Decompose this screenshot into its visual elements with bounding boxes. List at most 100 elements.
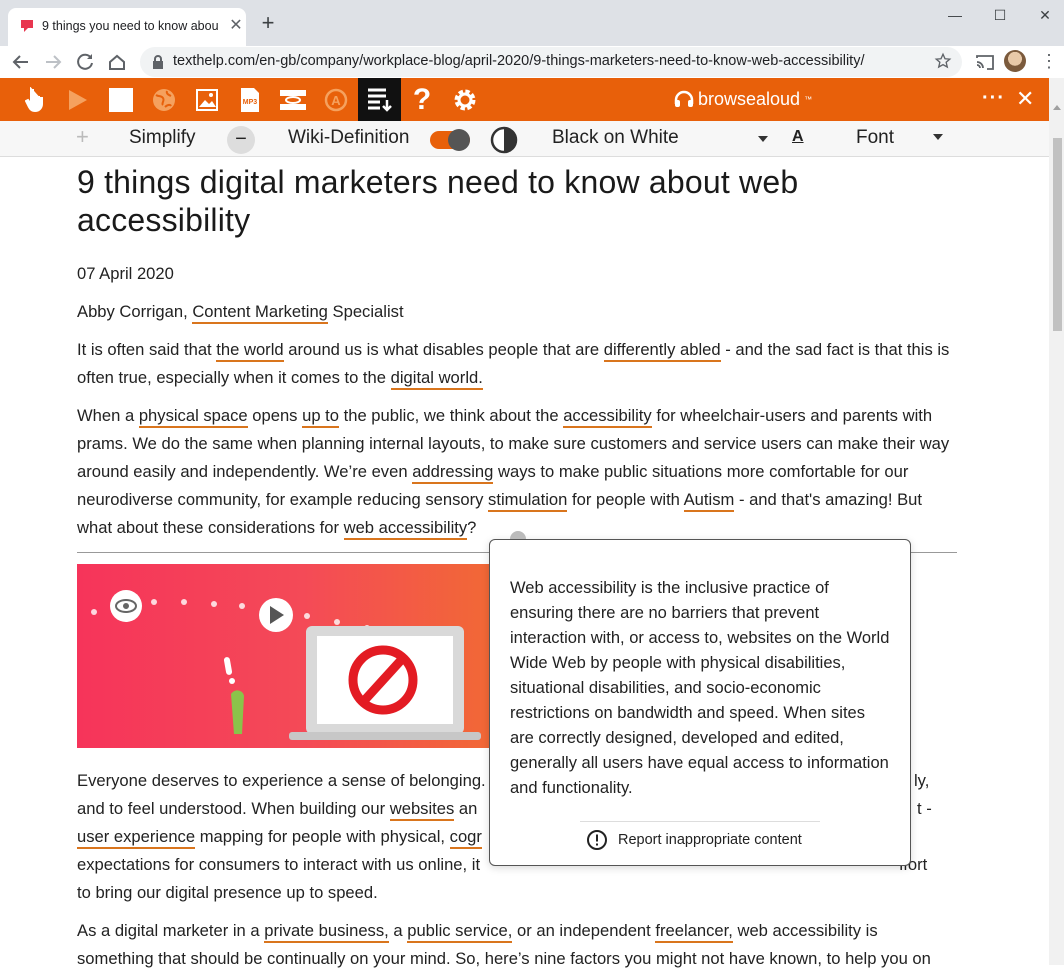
text: Everyone deserves to experience a sense …	[77, 771, 486, 790]
hero-illustration	[77, 564, 489, 748]
headphones-icon	[674, 90, 694, 107]
new-tab-button[interactable]: +	[256, 12, 280, 36]
close-window-button[interactable]: ✕	[1030, 4, 1060, 26]
web-highlighter-icon[interactable]: A	[319, 84, 353, 115]
maximize-button[interactable]: ☐	[985, 4, 1015, 26]
wiki-link-active[interactable]: web accessibility	[343, 518, 468, 540]
wiki-link[interactable]: stimulation	[488, 490, 568, 512]
wiki-link[interactable]: the world	[216, 340, 284, 362]
wiki-link[interactable]: private business,	[264, 921, 389, 943]
browsealoud-toolbar: MP3 A ? browsealoud ™ ··· ✕	[0, 78, 1049, 121]
logo-trademark: ™	[804, 94, 813, 104]
report-content-button[interactable]: Report inappropriate content	[586, 829, 802, 851]
stop-icon[interactable]	[104, 84, 138, 115]
close-toolbar-button[interactable]: ✕	[1016, 86, 1034, 112]
browser-tab[interactable]: 9 things you need to know about web acce…	[8, 8, 246, 46]
toggle-knob	[448, 129, 470, 151]
text: When a	[77, 406, 139, 425]
text-line: to bring our digital presence up to spee…	[77, 883, 378, 902]
text: As a digital marketer in a	[77, 921, 265, 940]
address-bar[interactable]: texthelp.com/en-gb/company/workplace-blo…	[140, 47, 962, 77]
text: web accessibility is	[732, 921, 878, 940]
wiki-link[interactable]: public service,	[407, 921, 513, 943]
bookmark-star-icon[interactable]	[934, 52, 952, 70]
text: the public, we think about the	[339, 406, 564, 425]
wiki-link[interactable]: accessibility	[563, 406, 652, 428]
text: mapping for people with physical,	[195, 827, 450, 846]
increase-button[interactable]: +	[76, 124, 89, 150]
article-title: 9 things digital marketers need to know …	[77, 164, 799, 238]
browsealoud-logo: browsealoud ™	[674, 88, 812, 110]
browser-toolbar: texthelp.com/en-gb/company/workplace-blo…	[0, 46, 1064, 78]
text: and to feel understood. When building ou…	[77, 799, 390, 818]
popup-pointer	[510, 531, 526, 539]
text: or an independent	[512, 921, 656, 940]
text: a	[388, 921, 408, 940]
wiki-link[interactable]: cogr	[449, 827, 482, 849]
chevron-down-icon[interactable]	[757, 135, 769, 143]
text: expectations for consumers to interact w…	[77, 855, 481, 874]
text: ly,	[914, 771, 930, 790]
picture-dictionary-icon[interactable]	[190, 84, 224, 115]
wiki-link[interactable]: digital world.	[390, 368, 483, 390]
url-text: texthelp.com/en-gb/company/workplace-blo…	[173, 53, 865, 69]
wiki-link[interactable]: user experience	[77, 827, 196, 849]
simplify-page-button[interactable]	[358, 78, 401, 121]
popup-divider	[580, 821, 820, 822]
play-icon[interactable]	[61, 84, 95, 115]
report-label: Report inappropriate content	[618, 832, 802, 848]
text-line: something that should be continually on …	[77, 949, 931, 968]
wiki-link[interactable]: websites	[389, 799, 455, 821]
simplify-label: Simplify	[129, 127, 196, 148]
text: It is often said that	[77, 340, 217, 359]
forward-icon[interactable]	[40, 49, 66, 75]
profile-avatar[interactable]	[1004, 50, 1026, 72]
tab-title: 9 things you need to know about web acce…	[42, 19, 218, 33]
simplify-page-icon	[368, 88, 392, 112]
minimize-button[interactable]: —	[940, 4, 970, 26]
browser-menu-icon[interactable]: ⋮	[1040, 50, 1058, 72]
color-scheme-select[interactable]: Black on White	[552, 127, 679, 149]
more-options-button[interactable]: ···	[982, 87, 1005, 110]
settings-icon[interactable]	[448, 84, 482, 115]
cast-icon[interactable]	[972, 49, 998, 75]
decrease-button[interactable]: −	[227, 126, 255, 154]
svg-text:A: A	[331, 93, 341, 108]
text: an	[454, 799, 478, 818]
contrast-icon[interactable]	[490, 126, 518, 154]
simplify-options-bar: + Simplify − Wiki-Definition Black on Wh…	[0, 121, 1049, 157]
font-select[interactable]: Font	[856, 127, 894, 149]
scrollbar-thumb[interactable]	[1053, 138, 1062, 331]
tab-strip: 9 things you need to know about web acce…	[0, 0, 1064, 46]
font-icon: A	[792, 128, 804, 145]
paragraph-2: When a physical space opens up to the pu…	[77, 402, 957, 542]
paragraph-1: It is often said that the world around u…	[77, 336, 957, 392]
help-icon[interactable]: ?	[405, 84, 439, 115]
wiki-definition-label: Wiki-Definition	[288, 127, 410, 148]
screen-mask-icon[interactable]	[276, 84, 310, 115]
wiki-link[interactable]: physical space	[138, 406, 248, 428]
scroll-up-icon[interactable]	[1052, 102, 1062, 112]
author-role: Specialist	[332, 302, 404, 321]
hover-pointer-icon[interactable]	[19, 84, 53, 115]
definition-text: Web accessibility is the inclusive pract…	[510, 579, 890, 797]
lock-icon	[153, 55, 163, 69]
wiki-link[interactable]: differently abled	[603, 340, 721, 362]
chevron-down-icon[interactable]	[932, 133, 944, 141]
article-author: Abby Corrigan, Content Marketing Special…	[77, 298, 957, 326]
reload-icon[interactable]	[72, 49, 98, 75]
home-icon[interactable]	[104, 49, 130, 75]
wiki-link[interactable]: freelancer,	[655, 921, 733, 943]
logo-text: browsealoud	[698, 88, 801, 109]
text: opens	[247, 406, 303, 425]
wiki-link[interactable]: Autism	[683, 490, 735, 512]
wiki-link[interactable]: addressing	[412, 462, 494, 484]
wiki-link[interactable]: up to	[302, 406, 340, 428]
back-icon[interactable]	[8, 49, 34, 75]
translate-globe-icon[interactable]	[147, 84, 181, 115]
mp3-icon[interactable]: MP3	[233, 84, 267, 115]
wiki-definition-toggle[interactable]	[430, 129, 470, 151]
wiki-definition-popup: Web accessibility is the inclusive pract…	[489, 531, 911, 866]
wiki-link[interactable]: Content Marketing	[192, 302, 328, 324]
tab-close-icon[interactable]: ✕	[226, 16, 246, 36]
